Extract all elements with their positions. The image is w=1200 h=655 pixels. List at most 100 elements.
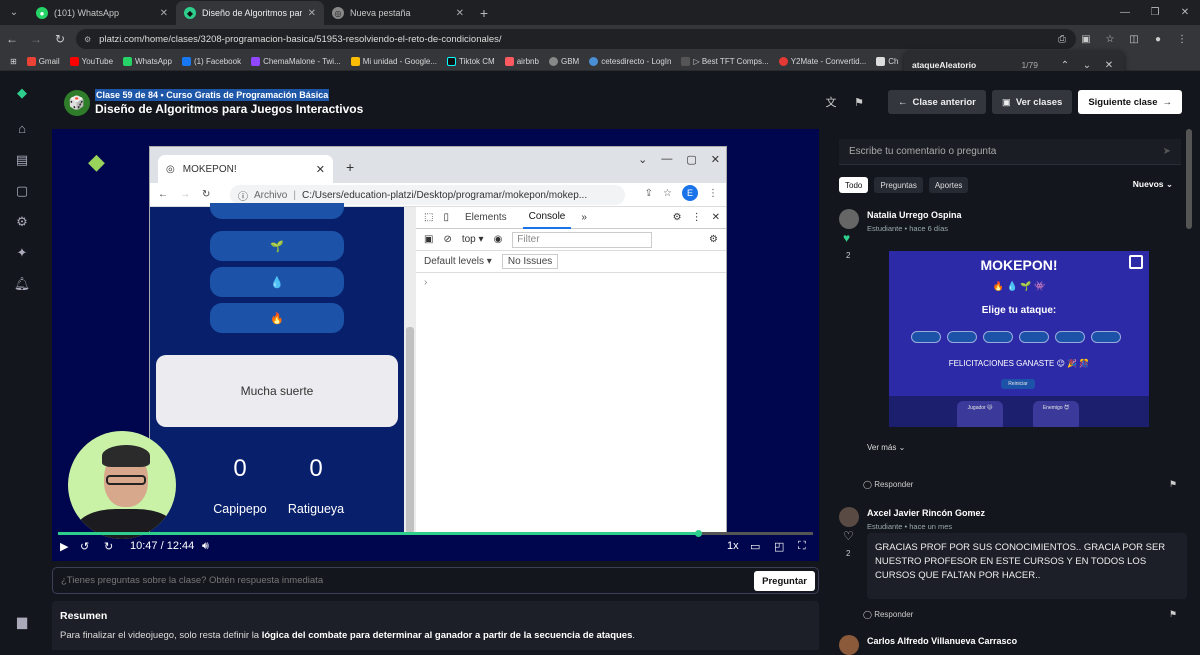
menu-icon[interactable]: ⋮ bbox=[1172, 29, 1192, 49]
volume-icon[interactable]: 🔊︎ bbox=[202, 540, 209, 553]
settings-icon[interactable]: ⚙ bbox=[14, 214, 30, 230]
class-breadcrumb[interactable]: Clase 59 de 84 • Curso Gratis de Program… bbox=[95, 89, 330, 101]
tab-new[interactable]: ◎ Nueva pestaña ✕ bbox=[324, 1, 472, 25]
courses-icon[interactable]: ▤ bbox=[14, 152, 30, 168]
reply-button[interactable]: ◯ Responder bbox=[863, 610, 913, 619]
sort-select[interactable]: Nuevos ⌄ bbox=[1133, 179, 1173, 190]
devtools-tab-console: Console bbox=[522, 207, 572, 229]
bookmark-airbnb[interactable]: airbnb bbox=[504, 57, 539, 66]
install-icon[interactable]: ⎙ bbox=[1052, 29, 1072, 49]
find-input[interactable]: ataqueAleatorio bbox=[912, 60, 1013, 70]
translate-icon[interactable]: 文 bbox=[820, 91, 842, 113]
bookmark-gmail[interactable]: Gmail bbox=[26, 57, 60, 66]
video-player[interactable]: ◆ ◎ MOKEPON! ✕ + ⌄ — ▢ ✕ ← → ↻ ⓘ Archivo… bbox=[52, 129, 819, 561]
video-progress-bar[interactable] bbox=[58, 530, 813, 537]
video-window-controls: ⌄ — ▢ ✕ bbox=[638, 153, 720, 166]
bookmark-facebook[interactable]: (1) Facebook bbox=[181, 57, 241, 66]
rewind-10-icon[interactable]: ↺ bbox=[80, 540, 89, 553]
back-icon[interactable]: ← bbox=[0, 32, 24, 46]
profile-icon[interactable]: ● bbox=[1148, 29, 1168, 49]
comment-author[interactable]: Carlos Alfredo Villanueva Carrasco bbox=[867, 636, 1017, 646]
ask-input[interactable]: ¿Tienes preguntas sobre la clase? Obtén … bbox=[61, 575, 323, 586]
tab-label: (101) WhatsApp bbox=[54, 8, 120, 18]
comment-input[interactable]: Escribe tu comentario o pregunta ➤ bbox=[839, 139, 1181, 165]
tab-whatsapp[interactable]: ● (101) WhatsApp ✕ bbox=[28, 1, 176, 25]
report-flag-icon[interactable]: ⚑ bbox=[1169, 479, 1177, 490]
filter-contributions[interactable]: Aportes bbox=[928, 177, 969, 193]
speed-button[interactable]: 1x bbox=[727, 540, 739, 552]
restore-icon[interactable]: ❐ bbox=[1140, 0, 1170, 25]
reload-icon[interactable]: ↻ bbox=[48, 32, 72, 46]
bookmark-gbm[interactable]: GBM bbox=[548, 57, 579, 66]
more-tabs-icon: » bbox=[581, 212, 587, 223]
ask-question-bar[interactable]: ¿Tienes preguntas sobre la clase? Obtén … bbox=[52, 567, 819, 594]
reply-button[interactable]: ◯ Responder bbox=[863, 480, 913, 489]
fullscreen-icon[interactable]: ⛶ bbox=[798, 540, 806, 553]
image-enemy-card: Enemigo 😈 bbox=[1033, 401, 1079, 427]
heart-filled-icon[interactable]: ♥ bbox=[843, 231, 850, 245]
bookmark-tiktok[interactable]: Tiktok CM bbox=[447, 57, 495, 66]
forward-10-icon[interactable]: ↻ bbox=[104, 540, 113, 553]
notifications-icon[interactable]: 🔔︎ bbox=[14, 276, 31, 292]
comment-author[interactable]: Axcel Javier Rincón Gomez bbox=[867, 508, 985, 518]
next-class-label: Siguiente clase bbox=[1088, 96, 1158, 108]
sparkles-icon[interactable]: ✦ bbox=[14, 245, 30, 261]
bookmark-twitch[interactable]: ChemaMalone - Twi... bbox=[251, 57, 341, 66]
close-icon[interactable]: ✕ bbox=[308, 8, 316, 19]
site-info-icon[interactable]: ⚙ bbox=[84, 35, 91, 44]
report-flag-icon[interactable]: ⚑ bbox=[1169, 609, 1177, 620]
find-close-icon[interactable]: ✕ bbox=[1102, 60, 1116, 71]
expand-icon[interactable] bbox=[1129, 255, 1143, 269]
tab-active-course[interactable]: ◆ Diseño de Algoritmos para Jueg ✕ bbox=[176, 1, 324, 25]
view-classes-button[interactable]: ▣ Ver clases bbox=[991, 90, 1073, 114]
bookmark-star-icon[interactable]: ☆ bbox=[1100, 29, 1120, 49]
filter-all[interactable]: Todo bbox=[839, 177, 869, 193]
progress-icon[interactable]: ▢ bbox=[14, 183, 30, 199]
close-window-icon[interactable]: ✕ bbox=[1170, 0, 1200, 25]
avatar[interactable] bbox=[839, 507, 859, 527]
prev-class-button[interactable]: ← Clase anterior bbox=[887, 90, 986, 114]
apps-icon[interactable]: ⊞ bbox=[10, 57, 17, 66]
page-icon[interactable]: ▣ bbox=[1076, 29, 1096, 49]
chat-icon[interactable]: ▆ bbox=[14, 614, 30, 630]
close-icon[interactable]: ✕ bbox=[160, 8, 168, 19]
bookmark-cetes[interactable]: cetesdirecto - LogIn bbox=[589, 57, 671, 66]
avatar[interactable] bbox=[839, 209, 859, 229]
minimize-icon[interactable]: — bbox=[1110, 0, 1140, 25]
bookmark-youtube[interactable]: YouTube bbox=[69, 57, 113, 66]
clear-console-icon: ⊘ bbox=[443, 234, 452, 245]
see-more-link[interactable]: Ver más ⌄ bbox=[867, 443, 905, 452]
page-title: Diseño de Algoritmos para Juegos Interac… bbox=[95, 102, 364, 116]
tab-search-icon[interactable]: ⌄ bbox=[0, 0, 28, 25]
send-icon[interactable]: ➤ bbox=[1163, 146, 1171, 157]
bookmark-whatsapp[interactable]: WhatsApp bbox=[123, 57, 172, 66]
next-class-button[interactable]: Siguiente clase → bbox=[1078, 90, 1182, 114]
bookmark-ch[interactable]: Ch bbox=[876, 57, 899, 66]
find-next-icon[interactable]: ⌄ bbox=[1080, 60, 1094, 71]
tab-label: Diseño de Algoritmos para Jueg bbox=[202, 8, 302, 18]
play-icon[interactable]: ▶ bbox=[60, 540, 68, 553]
find-prev-icon[interactable]: ⌃ bbox=[1058, 60, 1072, 71]
comment-image[interactable]: MOKEPON! 🔥 💧 🌱 👾 Elige tu ataque: FELICI… bbox=[889, 251, 1149, 427]
ask-button[interactable]: Preguntar bbox=[754, 571, 815, 591]
heart-outline-icon[interactable]: ♡ bbox=[843, 529, 854, 543]
comment-author[interactable]: Natalia Urrego Ospina bbox=[867, 210, 962, 220]
report-flag-icon[interactable]: ⚑ bbox=[848, 91, 870, 113]
prev-class-label: Clase anterior bbox=[912, 96, 976, 108]
bookmark-tft[interactable]: ▷ Best TFT Comps... bbox=[681, 57, 769, 66]
home-icon[interactable]: ⌂ bbox=[14, 120, 30, 136]
pip-icon[interactable]: ◰ bbox=[774, 540, 784, 553]
extensions-icon[interactable]: ◫ bbox=[1124, 29, 1144, 49]
bookmark-drive[interactable]: Mi unidad - Google... bbox=[350, 57, 437, 66]
bookmark-y2mate[interactable]: Y2Mate - Convertid... bbox=[778, 57, 866, 66]
url-bar[interactable]: ⚙ platzi.com/home/clases/3208-programaci… bbox=[76, 29, 1076, 49]
avatar[interactable] bbox=[839, 635, 859, 655]
captions-icon[interactable]: ▭ bbox=[750, 540, 760, 553]
new-tab-button[interactable]: + bbox=[472, 1, 496, 25]
video-browser-window: ◎ MOKEPON! ✕ + ⌄ — ▢ ✕ ← → ↻ ⓘ Archivo |… bbox=[150, 147, 726, 533]
comments-scrollbar[interactable] bbox=[1186, 129, 1192, 229]
filter-questions[interactable]: Preguntas bbox=[874, 177, 923, 193]
platzi-logo-icon[interactable]: ◆ bbox=[14, 85, 30, 101]
forward-icon[interactable]: → bbox=[24, 32, 48, 46]
close-icon[interactable]: ✕ bbox=[456, 8, 464, 19]
